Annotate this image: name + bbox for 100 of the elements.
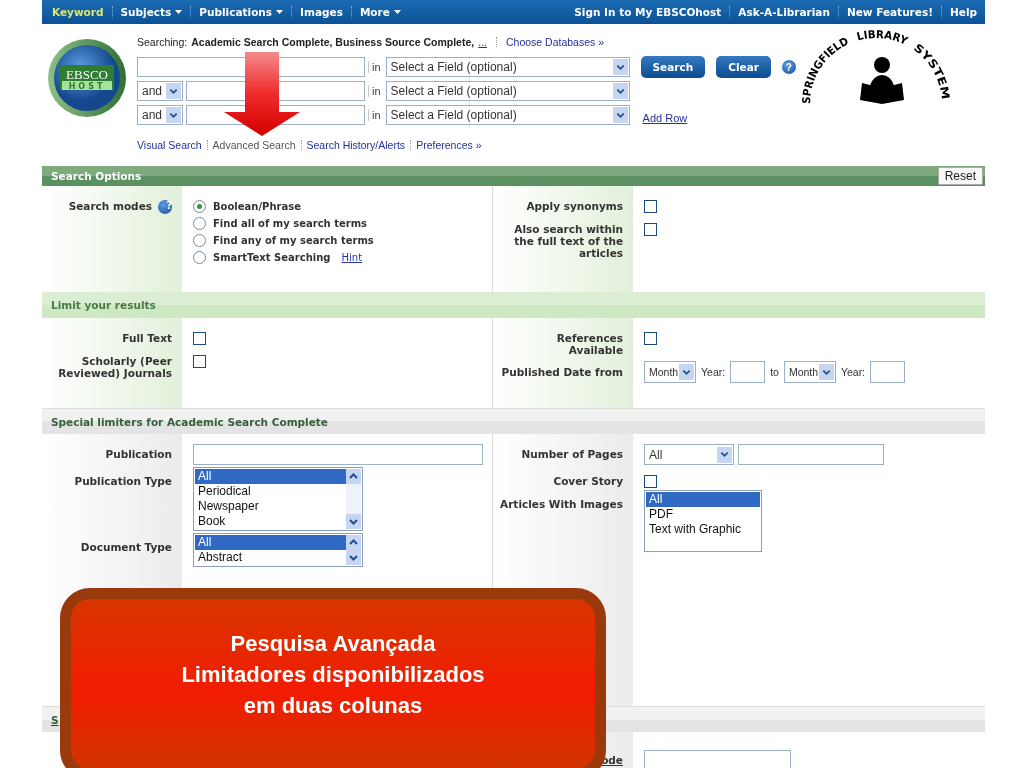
list-box[interactable]: All Periodical Newspaper Book	[193, 467, 363, 531]
radio-label: SmartText Searching	[213, 252, 331, 263]
field-label: Cover Story	[553, 475, 623, 487]
caret-icon	[393, 9, 401, 15]
nav-link[interactable]: Sign In to My EBSCOhost	[564, 6, 730, 18]
help-icon[interactable]: ?	[781, 60, 796, 74]
field-label: Number of Pages	[521, 448, 623, 460]
field-label: Published Date from	[501, 366, 623, 378]
checkbox[interactable]	[193, 355, 206, 368]
reader-drawing	[859, 57, 904, 104]
chevron-icon	[679, 364, 694, 380]
list-option[interactable]: Periodical	[195, 484, 346, 499]
search-link[interactable]: Search History/Alerts	[306, 139, 406, 151]
checkbox[interactable]	[644, 223, 657, 236]
caret-icon	[276, 9, 284, 15]
searching-label: Searching:	[137, 36, 188, 48]
more-databases-link[interactable]: ...	[478, 36, 487, 48]
field-label: References Available	[555, 332, 623, 356]
list-option[interactable]: All	[646, 492, 760, 507]
checkbox[interactable]	[644, 475, 657, 488]
nav-tab[interactable]: More	[350, 6, 409, 18]
add-row-link[interactable]: Add Row	[642, 112, 688, 124]
operator-select[interactable]: and	[137, 81, 183, 101]
list-option[interactable]: All	[195, 469, 346, 484]
field-label: Full Text	[122, 332, 172, 344]
radio-button[interactable]	[193, 251, 206, 264]
nav-link[interactable]: New Features!	[837, 6, 941, 18]
arrow-up-icon[interactable]	[346, 535, 361, 550]
field-label: Document Type	[80, 541, 172, 553]
arrow-down-icon[interactable]	[346, 514, 361, 529]
radio-button[interactable]	[193, 217, 206, 230]
list-option[interactable]: Text with Graphic	[646, 522, 760, 537]
to-label: to	[770, 366, 779, 378]
chevron-icon	[612, 107, 628, 123]
nav-tab[interactable]: Publications	[190, 6, 292, 18]
list-option[interactable]: Abstract	[195, 550, 346, 565]
checkbox[interactable]	[644, 200, 657, 213]
database-list: Academic Search Complete, Business Source Complete,	[191, 36, 475, 48]
text-field[interactable]	[738, 444, 884, 465]
field-select[interactable]: Select a Field (optional)	[385, 57, 630, 77]
field-select[interactable]: Select a Field (optional)	[385, 105, 630, 125]
month-select[interactable]: Month	[783, 361, 836, 383]
radio-label: Find all of my search terms	[213, 218, 368, 229]
arrow-up-icon[interactable]	[346, 469, 361, 484]
choose-databases-link[interactable]: Choose Databases »	[506, 36, 605, 48]
nav-link[interactable]: Help	[940, 6, 985, 18]
list-box[interactable]: All Abstract	[193, 533, 363, 567]
logo-text: LIBRARY	[855, 27, 910, 48]
search-link[interactable]: Advanced Search	[212, 139, 296, 151]
arrow-down-icon[interactable]	[346, 550, 361, 565]
chevron-icon	[612, 83, 628, 99]
logo-subtitle: HOST	[68, 82, 106, 91]
month-select[interactable]: Month	[644, 361, 696, 383]
caret-icon	[175, 9, 183, 15]
checkbox[interactable]	[644, 332, 657, 345]
year-field[interactable]	[730, 361, 766, 383]
list-option[interactable]: All	[195, 535, 346, 550]
search-button[interactable]: Search	[640, 56, 706, 78]
callout-text: Pesquisa Avançada Limitadores disponibilizados em duas colunas	[181, 629, 485, 720]
year-label: Year:	[840, 366, 866, 378]
chevron-icon	[166, 83, 181, 99]
search-button[interactable]: Clear	[716, 56, 771, 78]
field-label: Scholarly (Peer Reviewed) Journals	[57, 355, 172, 379]
radio-label: Boolean/Phrase	[213, 201, 301, 212]
section-title: Special limiters for Academic Search Complete	[51, 415, 328, 428]
nav-link[interactable]: Ask-A-Librarian	[729, 6, 838, 18]
chevron-icon	[612, 59, 628, 75]
checkbox[interactable]	[193, 332, 206, 345]
in-label: in	[368, 85, 381, 97]
operator-select[interactable]: and	[137, 105, 183, 125]
chevron-icon	[166, 107, 181, 123]
text-field[interactable]	[193, 444, 483, 465]
text-field[interactable]	[644, 750, 791, 768]
year-field[interactable]	[870, 361, 906, 383]
list-option[interactable]: PDF	[646, 507, 760, 522]
scrollbar[interactable]	[346, 469, 361, 529]
field-label: Publication Type	[74, 475, 172, 487]
field-label: Also search within the full text of the articles	[513, 223, 623, 259]
in-label: in	[368, 61, 381, 73]
logo-title: EBSCO	[66, 67, 108, 82]
list-option[interactable]: Book	[195, 514, 346, 529]
radio-button[interactable]	[193, 200, 206, 213]
nav-tab[interactable]: Subjects	[111, 6, 191, 18]
reset-button[interactable]: Reset	[937, 167, 983, 185]
scrollbar[interactable]	[346, 535, 361, 565]
list-option[interactable]: Newspaper	[195, 499, 346, 514]
hint-link[interactable]: Hint	[341, 252, 363, 263]
help-icon[interactable]: ?	[158, 200, 172, 214]
search-link[interactable]: Preferences »	[416, 139, 482, 151]
search-link[interactable]: Visual Search	[137, 139, 202, 151]
list-box[interactable]: All PDF Text with Graphic	[644, 490, 762, 552]
section-title: Limit your results	[51, 299, 156, 311]
field-select[interactable]: Select a Field (optional)	[385, 81, 630, 101]
pages-select[interactable]: All	[644, 444, 734, 465]
in-label: in	[368, 109, 381, 121]
nav-tab[interactable]: Keyword	[42, 6, 112, 18]
field-label: Search modes	[68, 200, 152, 212]
radio-button[interactable]	[193, 234, 206, 247]
section-title: Search Options	[51, 170, 142, 182]
nav-tab[interactable]: Images	[291, 6, 351, 18]
